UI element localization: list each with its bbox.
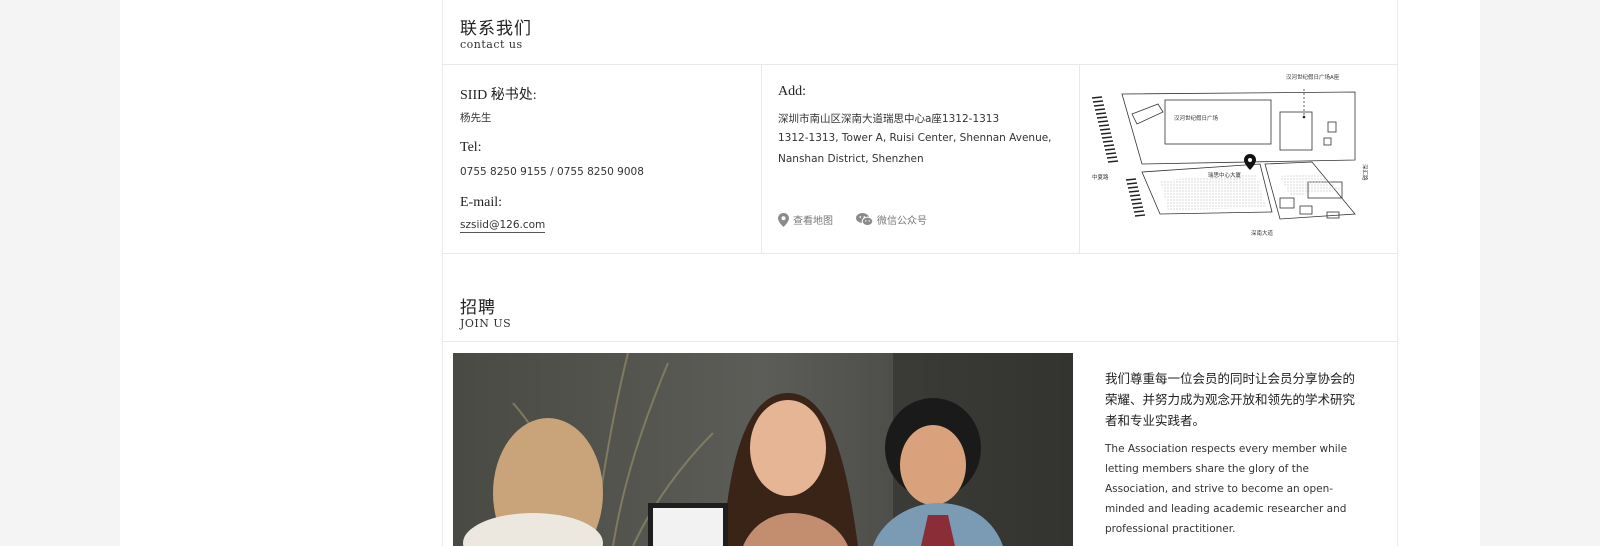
join-title: 招聘	[460, 298, 496, 318]
map-label-bottom: 深南大道	[1251, 229, 1274, 237]
office-label: SIID 秘书处:	[460, 88, 537, 103]
contact-subtitle: contact us	[460, 38, 523, 51]
address-column: Add: 深圳市南山区深南大道瑞思中心a座1312-1313 1312-1313…	[761, 64, 1080, 253]
contact-section-header: 联系我们 contact us	[443, 0, 1397, 64]
tel-label: Tel:	[460, 140, 482, 155]
map-label-left: 中夏路	[1092, 173, 1109, 181]
map-label-center: 瑞思中心大厦	[1208, 171, 1242, 179]
address-en-line-2: Nanshan District, Shenzhen	[778, 153, 924, 165]
email-link[interactable]: szsiid@126.com	[460, 219, 546, 233]
divider	[443, 341, 1397, 342]
map-column: 汉河世纪假日广场A座 汉河世纪假日广场 瑞思中心大厦 中夏路 深南大道 深汇路	[1080, 64, 1397, 253]
view-map-label: 查看地图	[793, 216, 833, 227]
map-pin-icon	[1244, 154, 1256, 170]
wechat-link[interactable]: 微信公众号	[856, 212, 927, 227]
content-frame: 联系我们 contact us SIID 秘书处: 杨先生 Tel: 0755 …	[442, 0, 1398, 546]
tel-value: 0755 8250 9155 / 0755 8250 9008	[460, 166, 644, 178]
address-zh: 深圳市南山区深南大道瑞思中心a座1312-1313	[778, 113, 1000, 125]
contact-info-column: SIID 秘书处: 杨先生 Tel: 0755 8250 9155 / 0755…	[443, 64, 762, 253]
join-subtitle: JOIN US	[460, 317, 512, 330]
join-description: 我们尊重每一位会员的同时让会员分享协会的荣耀、并努力成为观念开放和领先的学术研究…	[1105, 368, 1365, 539]
wechat-icon	[856, 213, 873, 226]
office-person: 杨先生	[460, 112, 492, 124]
email-label: E-mail:	[460, 195, 502, 210]
address-en-line-1: 1312-1313, Tower A, Ruisi Center, Shenna…	[778, 132, 1052, 144]
plaza-dots	[1160, 174, 1266, 210]
join-photo	[453, 353, 1073, 546]
contact-row: SIID 秘书处: 杨先生 Tel: 0755 8250 9155 / 0755…	[443, 64, 1397, 253]
join-section-header: 招聘 JOIN US	[443, 253, 1397, 341]
contact-title: 联系我们	[460, 19, 532, 39]
building-marker	[1302, 115, 1306, 119]
location-map[interactable]: 汉河世纪假日广场A座 汉河世纪假日广场 瑞思中心大厦 中夏路 深南大道 深汇路	[1080, 64, 1397, 253]
join-text-en: The Association respects every member wh…	[1105, 443, 1348, 535]
map-label-right: 深汇路	[1361, 164, 1369, 181]
garden-dots	[1280, 174, 1342, 196]
join-text-zh: 我们尊重每一位会员的同时让会员分享协会的荣耀、并努力成为观念开放和领先的学术研究…	[1105, 371, 1356, 428]
add-label: Add:	[778, 84, 806, 99]
team-photo-illustration	[453, 353, 1073, 546]
page-container: 联系我们 contact us SIID 秘书处: 杨先生 Tel: 0755 …	[120, 0, 1480, 546]
road-hatching	[1091, 96, 1146, 217]
location-pin-icon	[778, 212, 789, 227]
view-map-link[interactable]: 查看地图	[778, 212, 833, 227]
wechat-label: 微信公众号	[877, 216, 927, 227]
map-label-top: 汉河世纪假日广场A座	[1286, 73, 1340, 81]
map-label-plaza: 汉河世纪假日广场	[1174, 114, 1219, 122]
